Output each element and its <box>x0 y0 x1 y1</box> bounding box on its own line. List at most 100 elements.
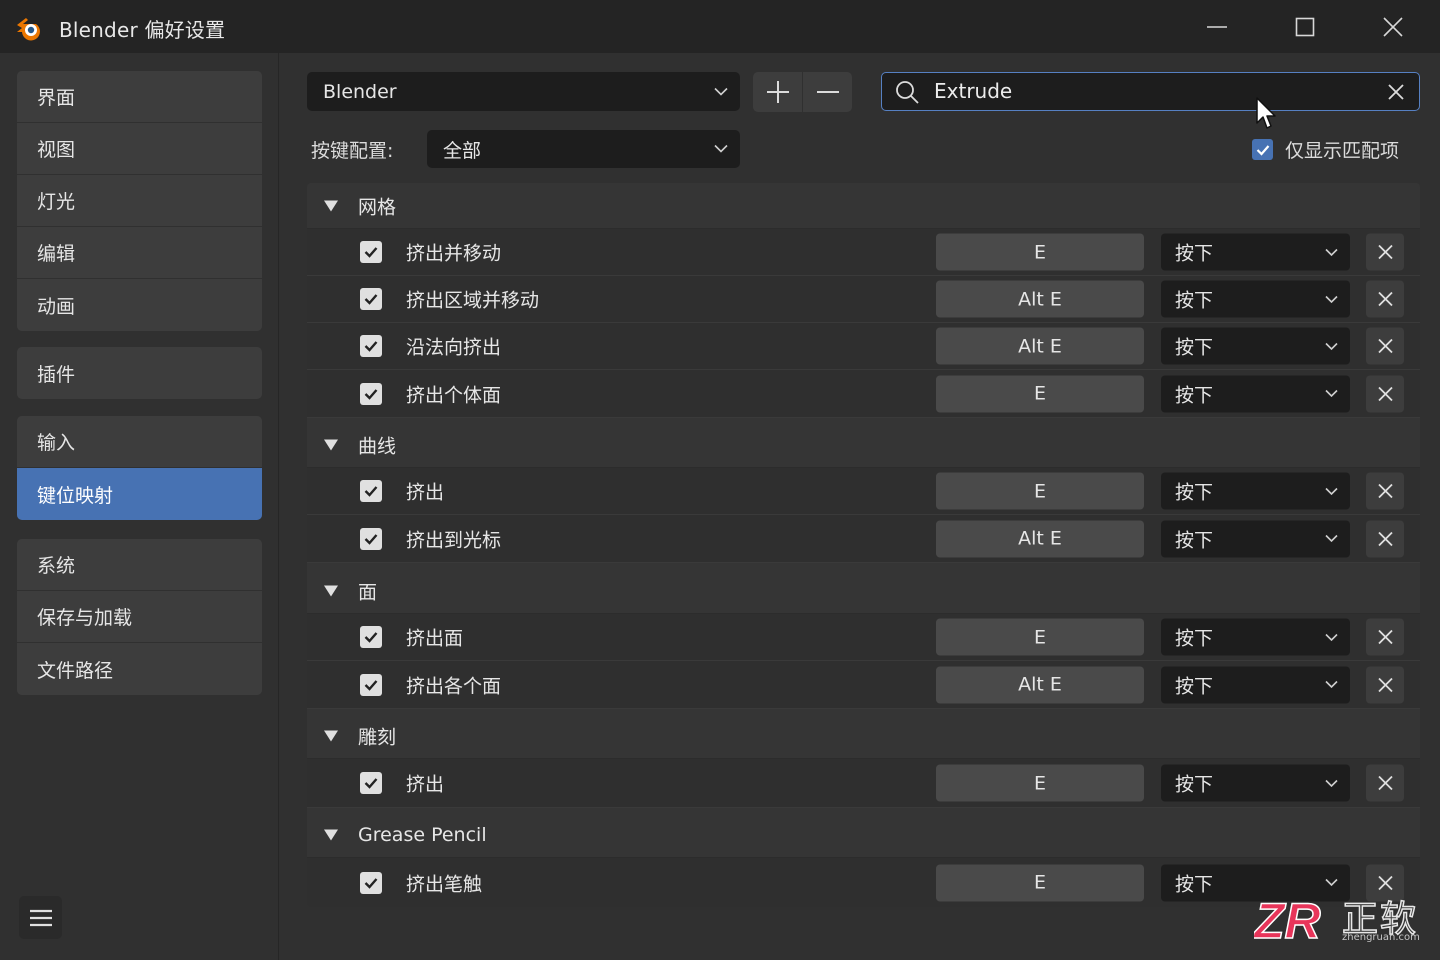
keymap-item-row: 挤出区域并移动 Alt E 按下 <box>307 276 1420 323</box>
hamburger-menu-icon <box>29 909 52 926</box>
chevron-down-icon <box>1325 389 1338 398</box>
item-label: 挤出各个面 <box>406 675 502 697</box>
event-type-dropdown[interactable]: 按下 <box>1161 375 1350 412</box>
key-binding-button[interactable]: E <box>936 375 1144 412</box>
key-binding-button[interactable]: Alt E <box>936 327 1144 365</box>
category-mesh[interactable]: 网格 <box>307 183 1420 229</box>
item-enabled-checkbox[interactable] <box>360 527 382 550</box>
sidebar-item-addons[interactable]: 插件 <box>17 347 262 399</box>
keymap-item-row: 挤出并移动 E 按下 <box>307 229 1420 276</box>
sidebar-item-lights[interactable]: 灯光 <box>17 175 262 227</box>
remove-item-button[interactable] <box>1366 327 1404 365</box>
event-type-dropdown[interactable]: 按下 <box>1161 666 1350 703</box>
remove-item-button[interactable] <box>1366 280 1404 318</box>
key-binding-button[interactable]: E <box>936 233 1144 271</box>
event-type-value: 按下 <box>1175 627 1214 650</box>
event-type-value: 按下 <box>1175 336 1214 359</box>
category-grease-pencil[interactable]: Grease Pencil <box>307 812 1420 858</box>
sidebar-item-file-paths[interactable]: 文件路径 <box>17 643 262 695</box>
close-icon <box>1377 775 1393 791</box>
expanded-triangle-icon <box>324 585 338 596</box>
event-type-dropdown[interactable]: 按下 <box>1161 327 1350 365</box>
category-curve[interactable]: 曲线 <box>307 422 1420 468</box>
item-enabled-checkbox[interactable] <box>360 288 382 310</box>
remove-preset-button[interactable] <box>803 72 852 112</box>
key-binding-button[interactable]: E <box>936 618 1144 656</box>
keymap-filter-value: 全部 <box>443 139 482 162</box>
remove-item-button[interactable] <box>1366 472 1404 510</box>
remove-item-button[interactable] <box>1366 520 1404 557</box>
check-icon <box>364 632 378 643</box>
remove-item-button[interactable] <box>1366 666 1404 703</box>
close-icon <box>1377 386 1393 401</box>
item-label: 挤出区域并移动 <box>406 289 540 312</box>
item-label: 挤出 <box>406 481 445 504</box>
title-bar: Blender 偏好设置 <box>0 0 1440 53</box>
key-binding-button[interactable]: Alt E <box>936 280 1144 318</box>
check-icon <box>364 533 378 545</box>
remove-item-button[interactable] <box>1366 233 1404 271</box>
expanded-triangle-icon <box>324 829 338 840</box>
chevron-down-icon <box>1325 878 1338 887</box>
event-type-dropdown[interactable]: 按下 <box>1161 472 1350 510</box>
item-label: 挤出面 <box>406 627 464 650</box>
key-binding-button[interactable]: Alt E <box>936 666 1144 703</box>
item-enabled-checkbox[interactable] <box>360 772 382 794</box>
sidebar-item-animation[interactable]: 动画 <box>17 279 262 331</box>
close-icon <box>1377 875 1393 890</box>
clear-search-icon[interactable] <box>1388 84 1404 100</box>
sidebar-item-editing[interactable]: 编辑 <box>17 227 262 279</box>
category-sculpt[interactable]: 雕刻 <box>307 713 1420 759</box>
sidebar-item-input[interactable]: 输入 <box>17 416 262 468</box>
item-enabled-checkbox[interactable] <box>360 871 382 894</box>
item-enabled-checkbox[interactable] <box>360 382 382 405</box>
close-icon <box>1377 483 1393 499</box>
key-binding-button[interactable]: E <box>936 864 1144 901</box>
item-enabled-checkbox[interactable] <box>360 480 382 502</box>
sidebar-item-system[interactable]: 系统 <box>17 539 262 591</box>
key-binding-button[interactable]: E <box>936 764 1144 802</box>
preferences-menu-button[interactable] <box>19 896 62 939</box>
item-label: 挤出并移动 <box>406 242 502 265</box>
event-type-dropdown[interactable]: 按下 <box>1161 233 1350 271</box>
keymap-item-row: 沿法向挤出 Alt E 按下 <box>307 323 1420 370</box>
minimize-button[interactable] <box>1195 10 1239 44</box>
key-binding-button[interactable]: E <box>936 472 1144 510</box>
item-enabled-checkbox[interactable] <box>360 626 382 648</box>
keymap-preset-dropdown[interactable]: Blender <box>307 72 740 111</box>
event-type-dropdown[interactable]: 按下 <box>1161 280 1350 318</box>
sidebar-item-interface[interactable]: 界面 <box>17 71 262 123</box>
only-matching-checkbox[interactable] <box>1252 139 1273 160</box>
chevron-down-icon <box>1325 487 1338 495</box>
remove-item-button[interactable] <box>1366 618 1404 656</box>
chevron-down-icon <box>1325 295 1338 303</box>
key-binding-button[interactable]: Alt E <box>936 520 1144 557</box>
sidebar-item-keymap[interactable]: 键位映射 <box>17 468 262 520</box>
sidebar-item-viewport[interactable]: 视图 <box>17 123 262 175</box>
chevron-down-icon <box>1325 534 1338 543</box>
item-enabled-checkbox[interactable] <box>360 241 382 263</box>
event-type-dropdown[interactable]: 按下 <box>1161 520 1350 557</box>
event-type-value: 按下 <box>1175 529 1214 551</box>
search-field[interactable]: Extrude <box>881 72 1420 111</box>
maximize-button[interactable] <box>1283 10 1327 44</box>
category-face[interactable]: 面 <box>307 568 1420 614</box>
chevron-down-icon <box>1325 680 1338 689</box>
item-enabled-checkbox[interactable] <box>360 335 382 357</box>
chevron-down-icon <box>1325 633 1338 641</box>
add-preset-button[interactable] <box>753 72 802 112</box>
event-type-dropdown[interactable]: 按下 <box>1161 618 1350 656</box>
close-icon <box>1377 629 1393 645</box>
sidebar-item-save-load[interactable]: 保存与加载 <box>17 591 262 643</box>
expanded-triangle-icon <box>324 439 338 450</box>
watermark-url: zhengruan.com <box>1342 932 1420 943</box>
search-input[interactable]: Extrude <box>934 79 1012 103</box>
remove-item-button[interactable] <box>1366 375 1404 412</box>
event-type-dropdown[interactable]: 按下 <box>1161 764 1350 802</box>
remove-item-button[interactable] <box>1366 764 1404 802</box>
close-window-button[interactable] <box>1371 10 1415 44</box>
chevron-down-icon <box>1325 779 1338 787</box>
category-label: 网格 <box>358 196 397 218</box>
keymap-filter-dropdown[interactable]: 全部 <box>427 130 740 168</box>
item-enabled-checkbox[interactable] <box>360 673 382 696</box>
